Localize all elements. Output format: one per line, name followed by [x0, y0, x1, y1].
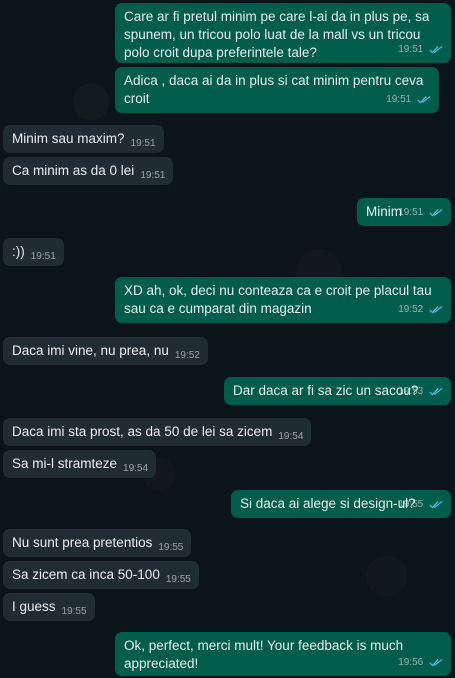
- message-text: Adica , daca ai da in plus si cat minim …: [124, 73, 424, 106]
- incoming-message[interactable]: Sa mi-l stramteze 19:54: [3, 450, 157, 478]
- outgoing-message[interactable]: Ok, perfect, merci mult! Your feedback i…: [115, 632, 451, 676]
- message-time: 19:56: [398, 657, 424, 668]
- message-time: 19:54: [123, 463, 149, 474]
- incoming-message[interactable]: :)) 19:51: [3, 238, 64, 266]
- message-text: Minim sau maxim?: [12, 131, 125, 146]
- message-text: Care ar fi pretul minim pe care l-ai da …: [124, 9, 430, 60]
- message-text: Ok, perfect, merci mult! Your feedback i…: [124, 638, 404, 671]
- message-meta: 19:51: [398, 204, 443, 222]
- message-time: 19:52: [398, 304, 424, 315]
- double-check-icon: [429, 387, 443, 396]
- double-check-icon: [429, 208, 443, 217]
- outgoing-message[interactable]: Care ar fi pretul minim pe care l-ai da …: [115, 3, 451, 63]
- message-time: 19:54: [278, 431, 304, 442]
- double-check-icon: [429, 305, 443, 314]
- message-time: 19:51: [398, 207, 424, 218]
- message-text: XD ah, ok, deci nu conteaza ca e croit p…: [124, 283, 432, 316]
- double-check-icon: [429, 500, 443, 509]
- message-text: Nu sunt prea pretentios: [12, 535, 153, 550]
- message-time: 19:51: [140, 170, 166, 181]
- message-time: 19:55: [165, 574, 191, 585]
- message-time: 19:52: [174, 350, 200, 361]
- message-time: 19:51: [130, 138, 156, 149]
- double-check-icon: [429, 658, 443, 667]
- message-text: Daca imi sta prost, as da 50 de lei sa z…: [12, 424, 273, 439]
- incoming-message[interactable]: Minim sau maxim? 19:51: [3, 125, 164, 153]
- message-time: 19:51: [398, 44, 424, 55]
- outgoing-message[interactable]: Si daca ai alege si design-ul? 19:55: [231, 490, 451, 518]
- double-check-icon: [417, 95, 431, 104]
- message-time: 19:51: [386, 94, 412, 105]
- message-time: 19:53: [398, 386, 424, 397]
- message-time: 19:51: [30, 251, 56, 262]
- message-text: Minim: [366, 204, 402, 219]
- incoming-message[interactable]: Nu sunt prea pretentios 19:55: [3, 529, 192, 557]
- incoming-message[interactable]: Daca imi vine, nu prea, nu 19:52: [3, 337, 208, 365]
- message-text: Sa zicem ca inca 50-100: [12, 567, 160, 582]
- outgoing-message[interactable]: Minim 19:51: [357, 198, 451, 226]
- message-meta: 19:56: [398, 654, 443, 672]
- message-text: Ca minim as da 0 lei: [12, 163, 135, 178]
- message-meta: 19:53: [398, 383, 443, 401]
- outgoing-message[interactable]: XD ah, ok, deci nu conteaza ca e croit p…: [115, 277, 451, 323]
- message-text: Daca imi vine, nu prea, nu: [12, 343, 169, 358]
- message-text: I guess: [12, 599, 56, 614]
- message-text: Sa mi-l stramteze: [12, 456, 118, 471]
- message-meta: 19:52: [398, 301, 443, 319]
- outgoing-message[interactable]: Adica , daca ai da in plus si cat minim …: [115, 67, 439, 113]
- incoming-message[interactable]: Sa zicem ca inca 50-100 19:55: [3, 561, 199, 589]
- double-check-icon: [429, 45, 443, 54]
- outgoing-message[interactable]: Dar daca ar fi sa zic un sacou? 19:53: [224, 377, 451, 405]
- incoming-message[interactable]: Ca minim as da 0 lei 19:51: [3, 157, 174, 185]
- incoming-message[interactable]: I guess 19:55: [3, 593, 95, 621]
- incoming-message[interactable]: Daca imi sta prost, as da 50 de lei sa z…: [3, 418, 312, 446]
- message-text: Si daca ai alege si design-ul?: [240, 496, 416, 511]
- message-time: 19:55: [398, 499, 424, 510]
- message-meta: 19:51: [398, 41, 443, 59]
- message-meta: 19:55: [398, 496, 443, 514]
- message-meta: 19:51: [386, 91, 431, 109]
- message-text: Dar daca ar fi sa zic un sacou?: [233, 383, 419, 398]
- message-time: 19:55: [158, 542, 184, 553]
- message-text: :)): [12, 244, 25, 259]
- message-time: 19:55: [61, 606, 87, 617]
